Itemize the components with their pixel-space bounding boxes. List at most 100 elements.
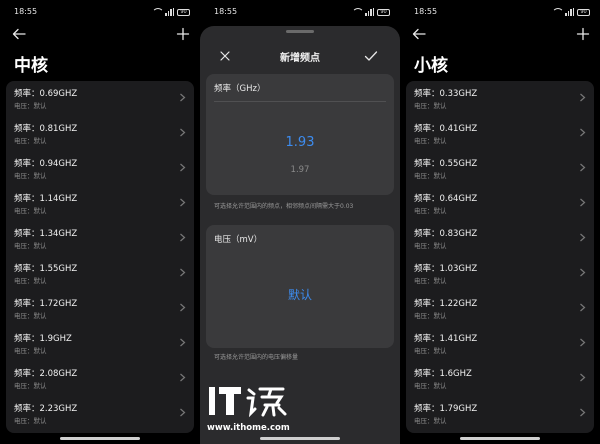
home-indicator[interactable] xyxy=(60,437,140,440)
add-icon[interactable] xyxy=(176,27,190,41)
frequency-list: 频率：0.33GHZ 电压：默认 频率：0.41GHZ 电压：默认 频率：0.5… xyxy=(406,81,594,433)
drag-handle[interactable] xyxy=(286,30,314,33)
chevron-right-icon xyxy=(580,408,586,417)
list-item[interactable]: 频率：0.55GHZ 电压：默认 xyxy=(406,151,594,186)
chevron-right-icon xyxy=(580,268,586,277)
voltage-label: 电压：默认 xyxy=(414,102,447,110)
list-item[interactable]: 频率：2.08GHZ 电压：默认 xyxy=(6,361,194,396)
frequency-field-label: 频率（GHz） xyxy=(214,84,266,94)
list-item[interactable]: 频率：0.94GHZ 电压：默认 xyxy=(6,151,194,186)
voltage-label: 电压：默认 xyxy=(414,312,447,320)
list-item[interactable]: 频率：1.34GHZ 电压：默认 xyxy=(6,221,194,256)
list-item[interactable]: 频率：1.41GHZ 电压：默认 xyxy=(406,326,594,361)
frequency-label: 频率：1.22GHZ xyxy=(414,299,478,309)
chevron-right-icon xyxy=(180,198,186,207)
home-indicator[interactable] xyxy=(460,437,540,440)
frequency-list: 频率：0.69GHZ 电压：默认 频率：0.81GHZ 电压：默认 频率：0.9… xyxy=(6,81,194,433)
list-item[interactable]: 频率：1.72GHZ 电压：默认 xyxy=(6,291,194,326)
voltage-label: 电压：默认 xyxy=(414,347,447,355)
watermark-site: www.ithome.com xyxy=(207,423,290,433)
status-bar: 18:55 90 xyxy=(400,0,600,24)
frequency-label: 频率：0.64GHZ xyxy=(414,194,478,204)
battery-icon: 90 xyxy=(377,8,390,16)
list-item[interactable]: 频率：2.23GHZ 电压：默认 xyxy=(6,396,194,431)
chevron-right-icon xyxy=(180,338,186,347)
frequency-label: 频率：1.9GHZ xyxy=(14,334,72,344)
chevron-right-icon xyxy=(180,303,186,312)
frequency-label: 频率：1.34GHZ xyxy=(14,229,78,239)
frequency-label: 频率：1.41GHZ xyxy=(414,334,478,344)
frequency-hint: 可选择允许范围内的频点，相邻频点间隔需大于0.03 xyxy=(214,203,354,210)
list-item[interactable]: 频率：0.41GHZ 电压：默认 xyxy=(406,116,594,151)
chevron-right-icon xyxy=(180,373,186,382)
chevron-right-icon xyxy=(580,163,586,172)
chevron-right-icon xyxy=(580,338,586,347)
voltage-label: 电压：默认 xyxy=(14,347,47,355)
frequency-picker-box: 频率（GHz） 1.93 1.97 xyxy=(206,74,394,195)
voltage-label: 电压：默认 xyxy=(414,382,447,390)
list-item[interactable]: 频率：1.14GHZ 电压：默认 xyxy=(6,186,194,221)
status-time: 18:55 xyxy=(214,7,238,16)
voltage-label: 电压：默认 xyxy=(14,277,47,285)
mid-core-screen: 18:55 90 中核 频率：0.69GHZ 电压：默认 频率：0.81GHZ … xyxy=(0,0,200,444)
list-item[interactable]: 频率：0.83GHZ 电压：默认 xyxy=(406,221,594,256)
page-title: 中核 xyxy=(14,56,48,76)
voltage-hint: 可选择允许范围内的电压偏移量 xyxy=(214,354,299,361)
list-item[interactable]: 频率：0.64GHZ 电压：默认 xyxy=(406,186,594,221)
add-icon[interactable] xyxy=(576,27,590,41)
frequency-label: 频率：0.83GHZ xyxy=(414,229,478,239)
list-item[interactable]: 频率：0.81GHZ 电压：默认 xyxy=(6,116,194,151)
voltage-label: 电压：默认 xyxy=(14,172,47,180)
frequency-picker-option[interactable]: 1.97 xyxy=(206,165,394,175)
voltage-label: 电压：默认 xyxy=(14,102,47,110)
voltage-field-label: 电压（mV） xyxy=(214,235,263,245)
chevron-right-icon xyxy=(580,128,586,137)
frequency-label: 频率：0.41GHZ xyxy=(414,124,478,134)
little-core-screen: 18:55 90 小核 频率：0.33GHZ 电压：默认 频率：0.41GHZ … xyxy=(400,0,600,444)
voltage-label: 电压：默认 xyxy=(414,417,447,425)
chevron-right-icon xyxy=(180,268,186,277)
home-indicator[interactable] xyxy=(260,437,340,440)
checkmark-icon[interactable] xyxy=(364,50,378,62)
frequency-label: 频率：0.81GHZ xyxy=(14,124,78,134)
frequency-label: 频率：1.6GHZ xyxy=(414,369,472,379)
voltage-label: 电压：默认 xyxy=(14,312,47,320)
page-title: 小核 xyxy=(414,56,448,76)
chevron-right-icon xyxy=(180,93,186,102)
voltage-label: 电压：默认 xyxy=(14,137,47,145)
list-item[interactable]: 频率：0.69GHZ 电压：默认 xyxy=(6,81,194,116)
ithome-logo xyxy=(209,387,287,418)
back-arrow-icon[interactable] xyxy=(412,27,426,41)
list-item[interactable]: 频率：1.03GHZ 电压：默认 xyxy=(406,256,594,291)
signal-icon xyxy=(365,8,374,16)
status-time: 18:55 xyxy=(414,7,438,16)
back-arrow-icon[interactable] xyxy=(12,27,26,41)
frequency-label: 频率：2.23GHZ xyxy=(14,404,78,414)
list-item[interactable]: 频率：0.33GHZ 电压：默认 xyxy=(406,81,594,116)
list-item[interactable]: 频率：1.22GHZ 电压：默认 xyxy=(406,291,594,326)
voltage-label: 电压：默认 xyxy=(14,207,47,215)
chevron-right-icon xyxy=(180,128,186,137)
chevron-right-icon xyxy=(180,163,186,172)
list-item[interactable]: 频率：1.55GHZ 电压：默认 xyxy=(6,256,194,291)
status-time: 18:55 xyxy=(14,7,38,16)
battery-icon: 90 xyxy=(577,8,590,16)
frequency-label: 频率：0.55GHZ xyxy=(414,159,478,169)
voltage-picker-box: 电压（mV） 默认 xyxy=(206,225,394,348)
wifi-icon xyxy=(352,8,364,16)
chevron-right-icon xyxy=(580,233,586,242)
voltage-label: 电压：默认 xyxy=(414,277,447,285)
frequency-picker-selected[interactable]: 1.93 xyxy=(206,135,394,150)
list-item[interactable]: 频率：1.79GHZ 电压：默认 xyxy=(406,396,594,431)
status-bar: 18:55 90 xyxy=(0,0,200,24)
frequency-label: 频率：1.55GHZ xyxy=(14,264,78,274)
chevron-right-icon xyxy=(580,373,586,382)
voltage-picker-selected[interactable]: 默认 xyxy=(206,286,394,303)
frequency-label: 频率：0.94GHZ xyxy=(14,159,78,169)
frequency-label: 频率：1.79GHZ xyxy=(414,404,478,414)
frequency-label: 频率：1.14GHZ xyxy=(14,194,78,204)
list-item[interactable]: 频率：1.6GHZ 电压：默认 xyxy=(406,361,594,396)
frequency-label: 频率：1.72GHZ xyxy=(14,299,78,309)
list-item[interactable]: 频率：1.9GHZ 电压：默认 xyxy=(6,326,194,361)
chevron-right-icon xyxy=(580,303,586,312)
